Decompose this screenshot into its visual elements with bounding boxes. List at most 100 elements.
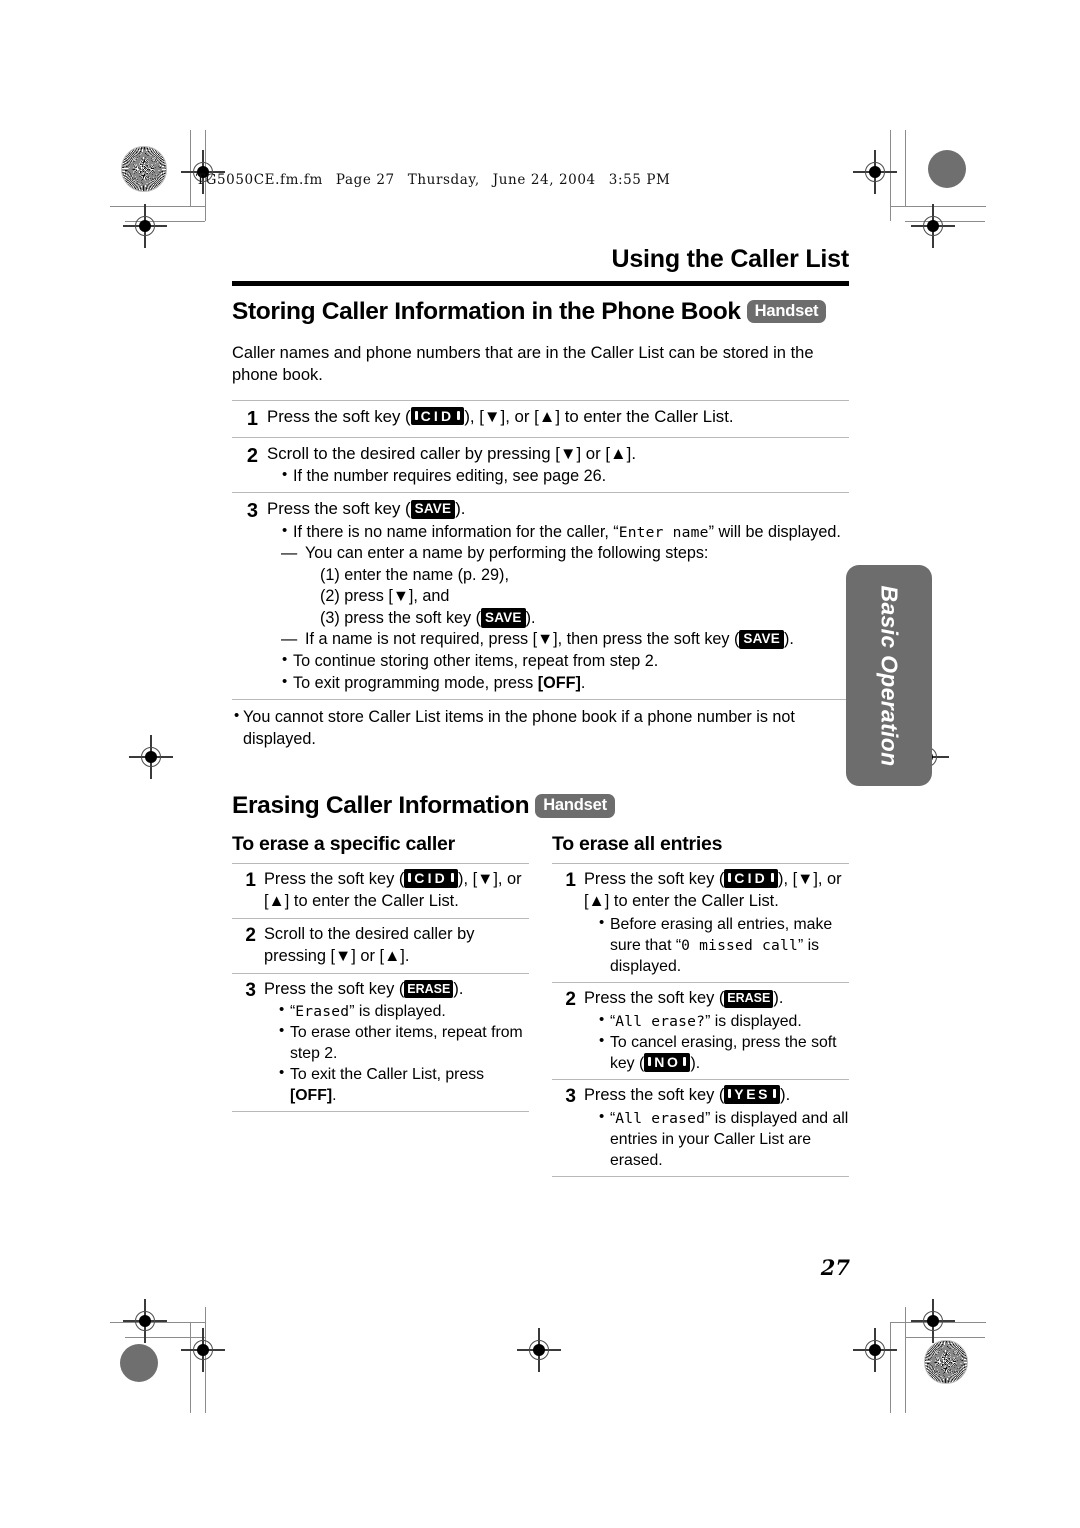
detail-text: (3) press the soft key ( xyxy=(320,608,482,627)
detail-dash-item: If a name is not required, press [▼], th… xyxy=(280,629,849,651)
section-title-text: Storing Caller Information in the Phone … xyxy=(232,297,741,325)
hardkey-off[interactable]: [OFF] xyxy=(538,674,581,692)
detail-text: . xyxy=(580,673,586,692)
display-text: Enter name xyxy=(618,523,709,541)
step-bullet: If the number requires editing, see page… xyxy=(280,465,849,488)
column-erase-all: To erase all entries 1 Press the soft ke… xyxy=(552,833,849,1177)
step-number: 3 xyxy=(565,1085,576,1107)
subhead-erase-all: To erase all entries xyxy=(552,833,723,856)
step-text-after: ), [▼], or [▲] to enter the Caller List. xyxy=(464,406,734,426)
step-text: Press the soft key (CID), [▼], or [▲] to… xyxy=(264,869,529,913)
erase-all-steps: 1 Press the soft key (CID), [▼], or [▲] … xyxy=(552,863,849,1177)
softkey-no[interactable]: NO xyxy=(644,1052,691,1072)
display-text: 0 missed call xyxy=(681,937,798,955)
softkey-erase[interactable]: ERASE xyxy=(724,989,774,1008)
detail-bullet: To exit the Caller List, press [OFF]. xyxy=(277,1063,529,1106)
detail-bullet: To cancel erasing, press the soft key (N… xyxy=(597,1031,849,1074)
section-note: You cannot store Caller List items in th… xyxy=(232,699,849,750)
step-text: Press the soft key (ERASE). “Erased” is … xyxy=(264,979,529,1107)
step-number: 2 xyxy=(246,444,258,467)
print-filename: TG5050CE.fm.fm xyxy=(196,172,323,188)
detail-text: ” will be displayed. xyxy=(708,522,841,541)
print-time: 3:55 PM xyxy=(608,172,671,188)
step-number: 2 xyxy=(245,925,256,947)
softkey-cid[interactable]: CID xyxy=(410,406,465,426)
detail-text: To exit programming mode, press xyxy=(293,673,538,692)
step-text: Press the soft key (ERASE). “All erase?”… xyxy=(584,988,849,1074)
softkey-save[interactable]: SAVE xyxy=(410,499,456,520)
softkey-yes[interactable]: YES xyxy=(724,1084,781,1104)
registration-target xyxy=(853,1328,897,1372)
registration-target xyxy=(911,204,955,248)
registration-target xyxy=(123,204,167,248)
detail-text: ). xyxy=(525,608,536,627)
step-main-text: Scroll to the desired caller by pressing… xyxy=(267,443,636,463)
column-erase-specific: To erase a specific caller 1 Press the s… xyxy=(232,833,529,1176)
detail-dash-item: You can enter a name by performing the f… xyxy=(280,543,849,565)
detail-text: ” is displayed. xyxy=(349,1003,446,1021)
registration-target xyxy=(123,1299,167,1343)
print-weekday: Thursday, xyxy=(407,172,480,188)
print-page-label: Page 27 xyxy=(335,172,395,188)
step-text: Press the soft key (CID), [▼], or [▲] to… xyxy=(584,869,849,977)
softkey-erase[interactable]: ERASE xyxy=(404,980,454,999)
step3-bullets: “Erased” is displayed. To erase other it… xyxy=(264,1000,529,1106)
detail-numbered-item: (1) enter the name (p. 29), xyxy=(320,565,509,584)
step-text-after: ). xyxy=(773,989,784,1008)
step3-details: If there is no name information for the … xyxy=(267,521,849,695)
step-item: 2 Scroll to the desired caller by pressi… xyxy=(232,438,849,494)
detail-text: . xyxy=(332,1087,337,1105)
step-item: 3 Press the soft key (SAVE). If there is… xyxy=(232,493,849,699)
detail-text: ” is displayed. xyxy=(705,1012,802,1030)
storing-steps-list: 1 Press the soft key (CID), [▼], or [▲] … xyxy=(232,399,849,700)
registration-target xyxy=(517,1328,561,1372)
detail-bullet: “Erased” is displayed. xyxy=(277,1000,529,1022)
solid-circle-mark-bottom-left xyxy=(120,1344,158,1382)
step-item: 2 Scroll to the desired caller by pressi… xyxy=(232,919,529,974)
step-number: 1 xyxy=(565,870,576,892)
step-item: 1 Press the soft key (CID), [▼], or [▲] … xyxy=(232,864,529,920)
step-text-after: ). xyxy=(780,1085,791,1104)
print-date: June 24, 2004 xyxy=(492,172,596,188)
handset-badge: Handset xyxy=(746,299,827,323)
step-text-before: Press the soft key ( xyxy=(584,1085,725,1104)
page-number: 27 xyxy=(820,1255,850,1280)
step-number: 3 xyxy=(246,500,258,523)
section-title-text: Erasing Caller Information xyxy=(232,792,530,820)
step-text-before: Press the soft key ( xyxy=(584,870,725,889)
step-text: Scroll to the desired caller by pressing… xyxy=(264,925,475,965)
two-column-area: To erase a specific caller 1 Press the s… xyxy=(232,833,849,1177)
side-thumb-tab: Basic Operation xyxy=(846,565,932,786)
hardkey-off[interactable]: [OFF] xyxy=(290,1087,332,1104)
handset-badge: Handset xyxy=(535,794,615,818)
step-number: 2 xyxy=(565,989,576,1011)
header-rule xyxy=(232,280,849,286)
section-title-storing: Storing Caller Information in the Phone … xyxy=(232,298,849,326)
display-text: All erased xyxy=(615,1109,706,1127)
softkey-cid[interactable]: CID xyxy=(404,869,458,889)
print-file-header: TG5050CE.fm.fm Page 27 Thursday, June 24, 2… xyxy=(196,172,683,188)
detail-bullet: To erase other items, repeat from step 2… xyxy=(277,1021,529,1064)
step-text-before: Press the soft key ( xyxy=(584,989,725,1008)
step-text-before: Press the soft key ( xyxy=(264,870,405,889)
softkey-save[interactable]: SAVE xyxy=(481,608,526,628)
subhead-erase-specific: To erase a specific caller xyxy=(232,833,455,856)
step-text-before: Press the soft key ( xyxy=(264,979,405,998)
page-content: Using the Caller List Storing Caller Inf… xyxy=(232,245,849,1177)
detail-text: To exit the Caller List, press xyxy=(290,1066,485,1084)
softkey-cid[interactable]: CID xyxy=(724,869,778,889)
display-text: All erase? xyxy=(615,1012,706,1030)
step-item: 2 Press the soft key (ERASE). “All erase… xyxy=(552,983,849,1080)
detail-bullet: To exit programming mode, press [OFF]. xyxy=(280,672,849,695)
detail-text: If there is no name information for the … xyxy=(293,522,619,541)
detail-text: If a name is not required, press [▼], th… xyxy=(305,630,740,649)
step-text: Press the soft key (SAVE). If there is n… xyxy=(267,498,849,694)
side-tab-label: Basic Operation xyxy=(876,585,903,766)
printed-page: TG5050CE.fm.fm Page 27 Thursday, June 24, 2… xyxy=(0,0,1080,1528)
step-text: Press the soft key (YES). “All erased” i… xyxy=(584,1084,849,1171)
step-text-after: ). xyxy=(453,979,464,998)
running-head: Using the Caller List xyxy=(611,245,849,273)
detail-bullet: “All erased” is displayed and all entrie… xyxy=(597,1107,849,1171)
step-number: 1 xyxy=(245,870,256,892)
softkey-save[interactable]: SAVE xyxy=(739,629,784,650)
